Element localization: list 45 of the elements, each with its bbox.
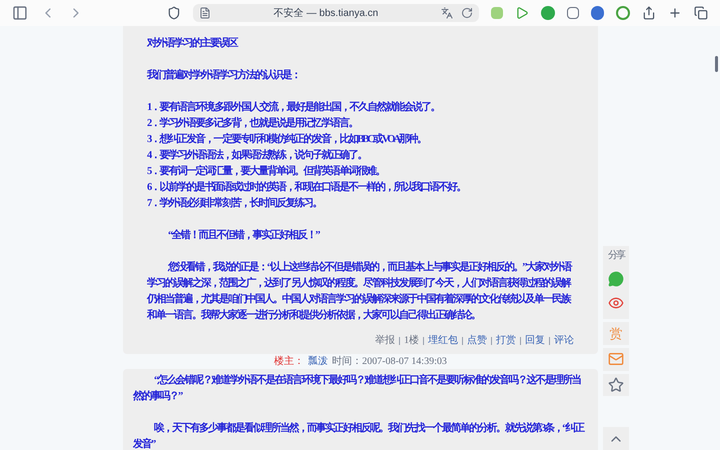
back-to-top-button[interactable] [603,427,629,450]
address-bar[interactable]: 不安全 — bbs.tianya.cn [193,4,479,22]
translate-icon[interactable] [440,7,453,19]
list-item: 1．要有语言环境, 多跟外国人交流，最好是能出国，不久自然就能会说了。 [147,100,440,115]
sidebar-icon[interactable] [12,5,28,21]
list-item: 7．学外语必须非常刻苦，长时间反复练习。 [147,196,322,211]
action-link[interactable]: 点赞 [467,334,487,348]
list-item: 4．要学习外语语法，如果语法熟练，说句子就正确了。 [147,148,368,163]
globe-icon[interactable] [590,6,604,20]
post-paragraph: 您没看错，我说的正是：“以上这些结论不但是错误的，而且基本上与事实是正好相反的。” 大家对外语学习的误解之深，范围之广，达到了另人惊叹的程度。尽管科技发展到了今天，人们对语言获得过程的误解仍相当普遍，尤其是咱们中国人。中国人对语言学习的误解深来源于中国有着深厚的文化传统以及单一民族和单一语言。我帮大家逐一进行分析和提供分析依据，大家可以自己得出正确结论。 [147,260,573,323]
envelope-icon [608,351,624,368]
post-intro: 我们普遍对学外语学习方法的认识是： [147,68,301,83]
eye-icon[interactable] [608,295,624,311]
post-quote: “全错！而且不但错，事实正好相反！” [167,228,320,243]
envelope-button[interactable] [603,348,629,371]
action-link[interactable]: 回复 [525,334,545,348]
play-icon[interactable] [514,6,529,20]
action-link[interactable]: 评论 [554,334,574,348]
reload-icon[interactable] [460,7,473,19]
author-link[interactable]: 瓢泼 [308,354,328,369]
shield-icon[interactable] [167,6,182,20]
share-icon[interactable] [642,6,656,20]
new-tab-icon[interactable] [668,6,682,20]
list-item: 6．以前学的是书面语或过时的英语，和现在口语是不一样的，所以我口语不好。 [147,180,466,195]
post-time: 时间：2007-08-07 14:39:03 [332,354,447,369]
post-paragraph: 唉，天下有多少事都是看似理所当然，而事实正好相反呢。我们先找一个最简单的分析。就先说第3条，“纠正发音” [133,421,585,450]
post-title: 对外语学习的主要误区 [147,36,238,51]
chat-bubbles-icon[interactable] [608,271,624,287]
star-icon [608,377,624,394]
tabs-icon[interactable] [694,6,708,20]
scrollbar-thumb[interactable] [715,56,718,72]
block-icon[interactable] [616,6,630,20]
favorite-button[interactable] [603,374,629,396]
list-item: 5．要有词一定词汇量，要大量背单词。但背英语单词很难。 [147,164,386,179]
role-label: 楼主： [274,354,304,369]
list-item: 2．学习外语要多记多背，也就是说是用记忆学语言。 [147,116,358,131]
action-label: 举报 [375,334,395,348]
action-link[interactable]: 打赏 [496,334,516,348]
page-icon [199,7,212,19]
action-link[interactable]: 埋红包 [428,334,458,348]
list-item: 3．想纠正发音，一定要专听和模仿纯正的发音，比如BBC或VOA那种。 [147,132,427,147]
address-text: 不安全 — bbs.tianya.cn [272,6,380,20]
post-quote: “怎么会错呢？难道学外语不是在语言环境下最好吗？难道想纠正口音不是要听标准的发音吗？这不是理所当然的事吗？” [133,373,582,404]
share-label: 分享 [608,248,624,263]
action-label: 1楼 [404,334,419,348]
